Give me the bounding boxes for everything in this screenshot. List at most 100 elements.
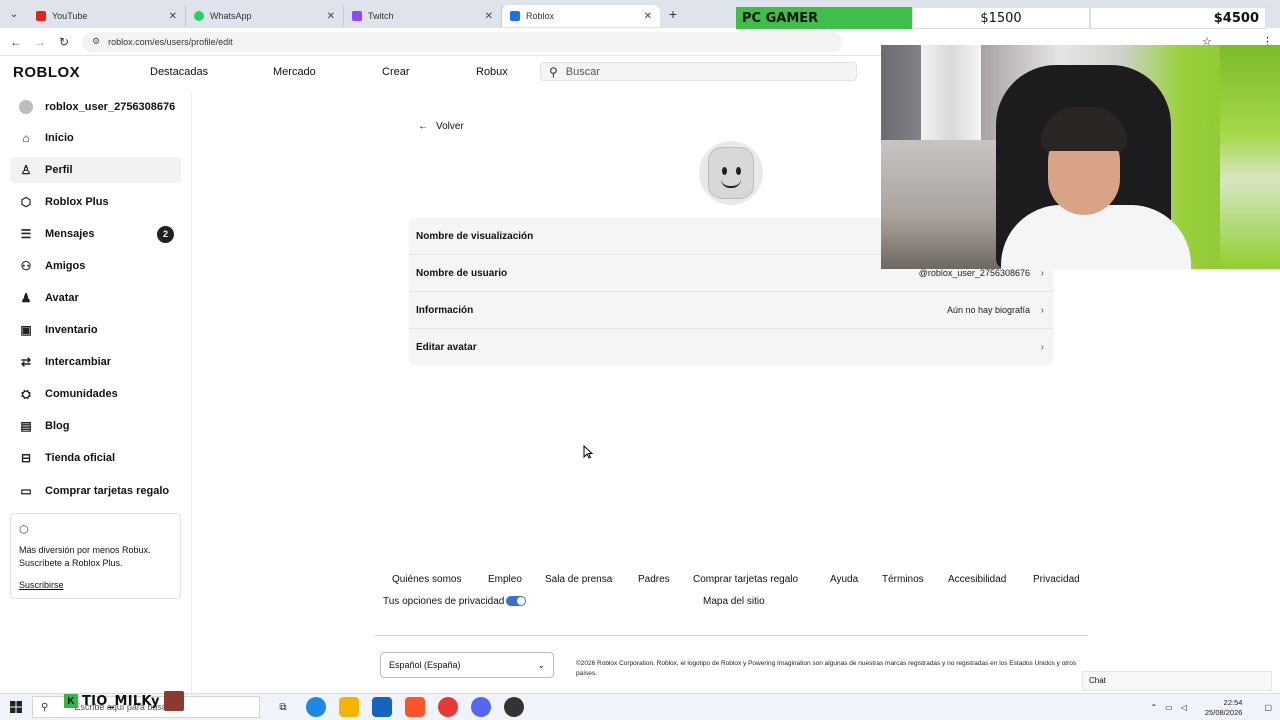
sidebar-item-tarjetas[interactable]: ▭ Comprar tarjetas regalo [10, 478, 181, 504]
sidebar-item-label: Perfil [45, 164, 73, 176]
sidebar-item-tienda[interactable]: ⊟ Tienda oficial [10, 445, 181, 471]
nav-robux[interactable]: Robux [476, 66, 508, 78]
language-select[interactable]: Español (España) ⌄ [380, 652, 554, 678]
whatsapp-icon [194, 11, 204, 21]
chat-panel[interactable]: Chat [1082, 671, 1272, 691]
tab-list-dropdown-icon[interactable]: ⌄ [0, 0, 28, 28]
footer-divider [375, 635, 1088, 636]
discord-icon[interactable] [471, 697, 491, 717]
chrome-icon[interactable] [438, 697, 458, 717]
streamer-name: TIO_MILKy [82, 693, 160, 709]
goal-current: $1500 [912, 7, 1090, 29]
inventory-icon: ▣ [20, 323, 32, 337]
webcam-shirt [1001, 205, 1191, 269]
footer-link-terms[interactable]: Términos [882, 574, 924, 585]
footer-link-press[interactable]: Sala de prensa [545, 574, 612, 585]
close-icon[interactable]: ✕ [169, 11, 177, 22]
roblox-plus-icon: ⬡ [19, 524, 29, 536]
sidebar-item-avatar[interactable]: ♟ Avatar [10, 285, 181, 311]
goal-target: $4500 [1090, 7, 1266, 29]
avatar-head [708, 147, 754, 199]
sidebar-item-blog[interactable]: ▤ Blog [10, 413, 181, 439]
tab-youtube[interactable]: YouTube ✕ [28, 5, 186, 27]
sidebar-item-label: Roblox Plus [45, 196, 109, 208]
sidebar-item-label: Avatar [45, 292, 79, 304]
brave-icon[interactable] [405, 697, 425, 717]
footer-link-jobs[interactable]: Empleo [488, 574, 522, 585]
sidebar-item-label: Comunidades [45, 388, 118, 400]
volume-icon[interactable]: ◁ [1181, 703, 1187, 712]
tab-whatsapp[interactable]: WhatsApp ✕ [186, 5, 344, 27]
sidebar-item-username[interactable]: roblox_user_2756308676 [10, 94, 181, 120]
tab-twitch[interactable]: Twitch ✕ [344, 5, 502, 27]
close-icon[interactable]: ✕ [327, 11, 335, 22]
streamer-avatar [163, 691, 184, 711]
privacy-options-link[interactable]: Tus opciones de privacidad [383, 596, 527, 607]
footer-link-accessibility[interactable]: Accesibilidad [948, 574, 1006, 585]
sidebar-item-comunidades[interactable]: ⛭ Comunidades [10, 381, 181, 407]
back-button[interactable]: ← Volver [418, 121, 464, 132]
sidebar-item-roblox-plus[interactable]: ⬡ Roblox Plus [10, 189, 181, 215]
nav-crear[interactable]: Crear [382, 66, 410, 78]
task-view-icon[interactable]: ⧉ [273, 697, 293, 717]
store-icon: ⊟ [20, 451, 32, 465]
windows-start-icon[interactable] [0, 701, 32, 713]
network-icon[interactable]: ▭ [1165, 703, 1173, 712]
row-label: Nombre de visualización [416, 230, 534, 242]
forward-arrow-icon[interactable]: → [28, 35, 52, 49]
row-edit-avatar[interactable]: Editar avatar › [409, 329, 1054, 366]
system-tray: ⌃ ▭ ◁ 22:54 25/08/2026 ▢ [1150, 694, 1280, 720]
row-value: @roblox_user_2756308676 [918, 268, 1030, 278]
back-arrow-icon[interactable]: ← [4, 35, 28, 49]
search-input[interactable]: ⚲ Buscar [540, 62, 857, 81]
roblox-plus-icon: ⬡ [20, 195, 32, 209]
url-text: roblox.com/es/users/profile/edit [108, 36, 233, 47]
sidebar-item-intercambiar[interactable]: ⇄ Intercambiar [10, 349, 181, 375]
sidebar-item-inicio[interactable]: ⌂ Inicio [10, 125, 181, 151]
sidebar-item-inventario[interactable]: ▣ Inventario [10, 317, 181, 343]
clock[interactable]: 22:54 25/08/2026 [1205, 698, 1243, 718]
edge-icon[interactable] [306, 697, 326, 717]
webcam-feed [881, 45, 1280, 269]
nav-mercado[interactable]: Mercado [273, 66, 316, 78]
sidebar-item-perfil[interactable]: ♙ Perfil [10, 157, 181, 183]
chevron-right-icon: › [1040, 304, 1044, 316]
roblox-plus-promo: ⬡ Más diversión por menos Robux. Suscríb… [10, 513, 181, 599]
clock-time: 22:54 [1223, 697, 1243, 707]
chevron-right-icon: › [1040, 342, 1044, 353]
tab-roblox[interactable]: Roblox ✕ [502, 5, 660, 27]
copyright-text: ©2026 Roblox Corporation. Roblox, el log… [576, 660, 1077, 677]
sidebar-item-amigos[interactable]: ⚇ Amigos [10, 253, 181, 279]
friends-icon: ⚇ [20, 259, 32, 273]
search-icon: ⚲ [41, 701, 49, 713]
trade-icon: ⇄ [20, 355, 32, 369]
row-about[interactable]: Información Aún no hay biografía › [409, 292, 1054, 329]
messages-icon: ☰ [20, 227, 32, 241]
new-tab-icon[interactable]: + [660, 6, 686, 22]
url-field[interactable]: ⚙ roblox.com/es/users/profile/edit [82, 31, 842, 52]
subscribe-link[interactable]: Suscribirse [19, 580, 172, 590]
file-explorer-icon[interactable] [339, 697, 359, 717]
sidebar-item-mensajes[interactable]: ☰ Mensajes 2 [10, 221, 181, 247]
obs-icon[interactable] [504, 697, 524, 717]
avatar-icon [18, 99, 34, 115]
left-sidebar: roblox_user_2756308676 ⌂ Inicio ♙ Perfil… [0, 92, 192, 720]
sitemap-link[interactable]: Mapa del sitio [703, 596, 765, 607]
roblox-logo[interactable]: ROBLOX [13, 64, 123, 81]
footer-link-parents[interactable]: Padres [638, 574, 670, 585]
reload-icon[interactable]: ↻ [52, 35, 76, 49]
sidebar-item-label: Mensajes [45, 228, 95, 240]
footer-link-about[interactable]: Quiénes somos [392, 574, 461, 585]
footer-link-privacy[interactable]: Privacidad [1033, 574, 1080, 585]
youtube-icon [36, 11, 46, 21]
footer-link-gift-cards[interactable]: Comprar tarjetas regalo [693, 574, 798, 585]
footer-link-help[interactable]: Ayuda [830, 574, 858, 585]
promo-text: Más diversión por menos Robux. Suscríbet… [19, 545, 151, 568]
tray-chevron-icon[interactable]: ⌃ [1150, 703, 1157, 712]
store-app-icon[interactable] [372, 697, 392, 717]
nav-destacadas[interactable]: Destacadas [150, 66, 208, 78]
site-info-icon[interactable]: ⚙ [92, 36, 100, 47]
notifications-icon[interactable]: ▢ [1264, 703, 1272, 712]
close-icon[interactable]: ✕ [644, 11, 652, 22]
close-icon[interactable]: ✕ [485, 11, 493, 22]
